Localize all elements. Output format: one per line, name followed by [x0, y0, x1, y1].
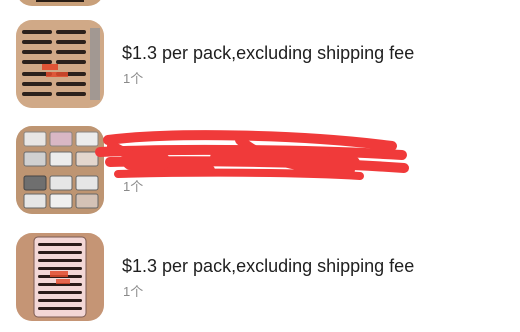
item-quantity: 1个 [123, 71, 144, 86]
product-thumbnail[interactable] [16, 20, 104, 108]
eyelash-tray-image [16, 0, 104, 6]
list-item[interactable]: $1.3 per pack,excluding shipping fee 1个 [0, 233, 520, 325]
product-thumbnail[interactable] [16, 0, 104, 6]
list-item[interactable]: 1个 [0, 126, 520, 218]
item-quantity: 1个 [123, 179, 144, 194]
product-thumbnail[interactable] [16, 126, 104, 214]
list-item[interactable]: $1.3 per pack,excluding shipping fee 1个 [0, 20, 520, 112]
item-title: $1.3 per pack,excluding shipping fee [122, 256, 415, 276]
product-thumbnail[interactable] [16, 233, 104, 321]
order-item-list: $1.3 per pack,excluding shipping fee 1个 [0, 0, 520, 332]
list-item[interactable] [0, 0, 520, 10]
item-title: $1.3 per pack,excluding shipping fee [122, 43, 415, 63]
eyelash-boxes-image [16, 126, 104, 214]
eyelash-strip-image [16, 233, 104, 321]
eyelash-pack-image [16, 20, 104, 108]
item-quantity: 1个 [123, 284, 144, 299]
